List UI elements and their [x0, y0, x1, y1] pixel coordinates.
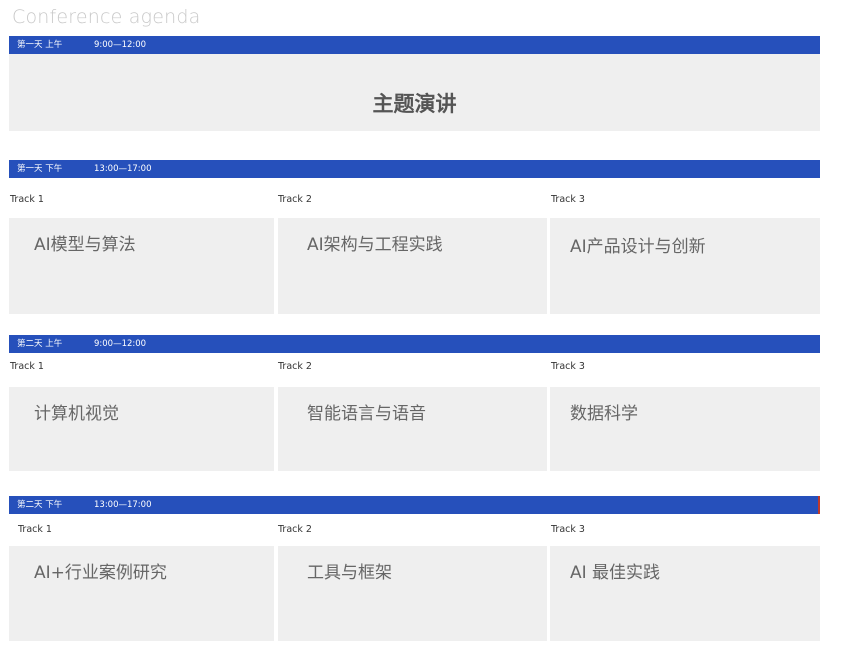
track-label: Track 2: [278, 194, 312, 205]
session-day-label: 第一天 上午: [17, 40, 63, 50]
track-topic: 数据科学: [570, 404, 638, 424]
track-label: Track 3: [551, 361, 585, 372]
track-topic: 工具与框架: [307, 563, 392, 583]
session-time-label: 9:00—12:00: [94, 339, 147, 349]
session-day-label: 第二天 下午: [17, 500, 63, 510]
track-topic: 计算机视觉: [34, 404, 119, 424]
track-topic: AI 最佳实践: [570, 563, 661, 583]
track-box[interactable]: 计算机视觉: [9, 387, 274, 471]
track-label: Track 1: [18, 524, 52, 535]
session-header-day1-am: 第一天 上午 9:00—12:00: [9, 36, 820, 54]
track-box[interactable]: 智能语言与语音: [278, 387, 547, 471]
keynote-box[interactable]: 主题演讲: [9, 54, 820, 131]
keynote-title: 主题演讲: [372, 92, 457, 116]
track-label: Track 3: [551, 524, 585, 535]
session-header-day2-pm: 第二天 下午 13:00—17:00: [9, 496, 820, 514]
track-label: Track 1: [10, 361, 44, 372]
edge-marker: [818, 496, 820, 514]
track-box[interactable]: AI架构与工程实践: [278, 218, 547, 314]
track-box[interactable]: 工具与框架: [278, 546, 547, 641]
track-topic: AI架构与工程实践: [307, 235, 443, 255]
track-label: Track 2: [278, 361, 312, 372]
track-box[interactable]: AI+行业案例研究: [9, 546, 274, 641]
session-header-day1-pm: 第一天 下午 13:00—17:00: [9, 160, 820, 178]
track-box[interactable]: AI模型与算法: [9, 218, 274, 314]
track-topic: AI产品设计与创新: [570, 237, 706, 257]
track-topic: AI+行业案例研究: [34, 563, 167, 583]
track-label: Track 3: [551, 194, 585, 205]
track-box[interactable]: 数据科学: [550, 387, 820, 471]
session-header-day2-am: 第二天 上午 9:00—12:00: [9, 335, 820, 353]
track-label: Track 2: [278, 524, 312, 535]
track-label: Track 1: [10, 194, 44, 205]
page-title: Conference agenda: [12, 6, 201, 28]
track-topic: AI模型与算法: [34, 235, 136, 255]
session-day-label: 第二天 上午: [17, 339, 63, 349]
track-topic: 智能语言与语音: [307, 404, 426, 424]
track-box[interactable]: AI产品设计与创新: [550, 218, 820, 314]
session-time-label: 13:00—17:00: [94, 500, 152, 510]
session-time-label: 9:00—12:00: [94, 40, 147, 50]
session-time-label: 13:00—17:00: [94, 164, 152, 174]
session-day-label: 第一天 下午: [17, 164, 63, 174]
track-box[interactable]: AI 最佳实践: [550, 546, 820, 641]
